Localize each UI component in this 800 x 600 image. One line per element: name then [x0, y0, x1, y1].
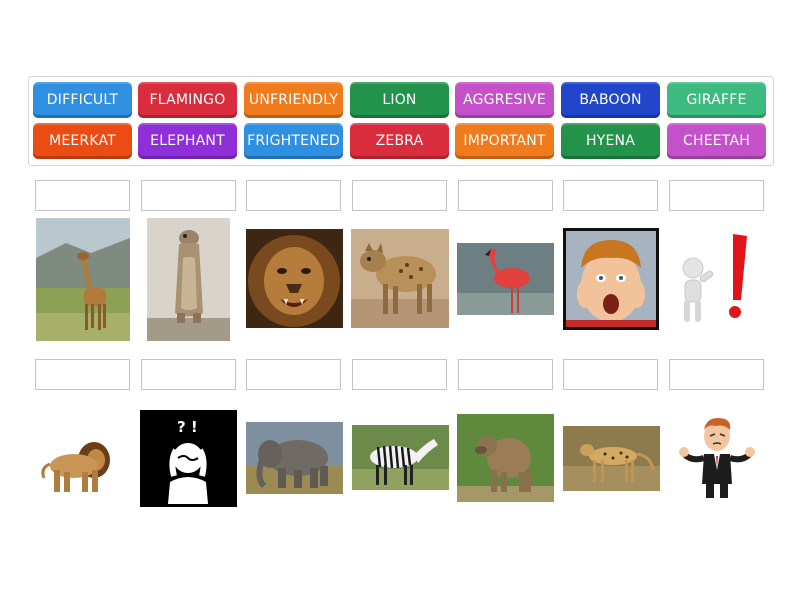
drop-slot-row1-6[interactable] — [563, 180, 658, 211]
tile-lion[interactable]: LION — [350, 82, 449, 118]
lion-face-image — [246, 229, 343, 328]
tile-baboon[interactable]: BABOON — [561, 82, 660, 118]
meerkat-image — [147, 218, 230, 341]
tile-difficult[interactable]: DIFFICULT — [33, 82, 132, 118]
drop-slot-row2-2[interactable] — [141, 359, 236, 390]
drop-slot-row1-7[interactable] — [669, 180, 764, 211]
zebra-image — [352, 425, 449, 490]
cheetah-image — [563, 426, 660, 491]
tile-important[interactable]: IMPORTANT — [455, 123, 554, 159]
frightened-boy-image — [563, 228, 659, 330]
lion-image — [36, 418, 120, 498]
drop-slot-row2-1[interactable] — [35, 359, 130, 390]
word-bank: DIFFICULT FLAMINGO UNFRIENDLY LION AGGRE… — [28, 76, 774, 166]
hyena-image — [351, 229, 449, 328]
tile-frightened[interactable]: FRIGHTENED — [244, 123, 343, 159]
drop-slot-row2-5[interactable] — [458, 359, 553, 390]
drop-slot-row1-1[interactable] — [35, 180, 130, 211]
tile-cheetah[interactable]: CHEETAH — [667, 123, 766, 159]
giraffe-image — [36, 218, 130, 341]
tile-flamingo[interactable]: FLAMINGO — [138, 82, 237, 118]
elephant-image — [246, 422, 343, 494]
difficult-icon-image: ? ! — [140, 410, 237, 507]
drop-slot-row2-6[interactable] — [563, 359, 658, 390]
tile-giraffe[interactable]: GIRAFFE — [667, 82, 766, 118]
tile-aggresive[interactable]: AGGRESIVE — [455, 82, 554, 118]
difficult-icon-text: ? ! — [177, 418, 198, 436]
drop-slot-row1-5[interactable] — [458, 180, 553, 211]
drop-slot-row1-4[interactable] — [352, 180, 447, 211]
baboon-image — [457, 414, 554, 502]
tile-meerkat[interactable]: MEERKAT — [33, 123, 132, 159]
tile-elephant[interactable]: ELEPHANT — [138, 123, 237, 159]
important-figure-image — [669, 228, 765, 330]
flamingo-image — [457, 243, 554, 315]
drop-slot-row2-4[interactable] — [352, 359, 447, 390]
tile-zebra[interactable]: ZEBRA — [350, 123, 449, 159]
drop-slot-row1-2[interactable] — [141, 180, 236, 211]
tile-unfriendly[interactable]: UNFRIENDLY — [244, 82, 343, 118]
drop-slot-row1-3[interactable] — [246, 180, 341, 211]
drop-slot-row2-3[interactable] — [246, 359, 341, 390]
tile-hyena[interactable]: HYENA — [561, 123, 660, 159]
unfriendly-man-image — [676, 414, 758, 500]
drop-slot-row2-7[interactable] — [669, 359, 764, 390]
